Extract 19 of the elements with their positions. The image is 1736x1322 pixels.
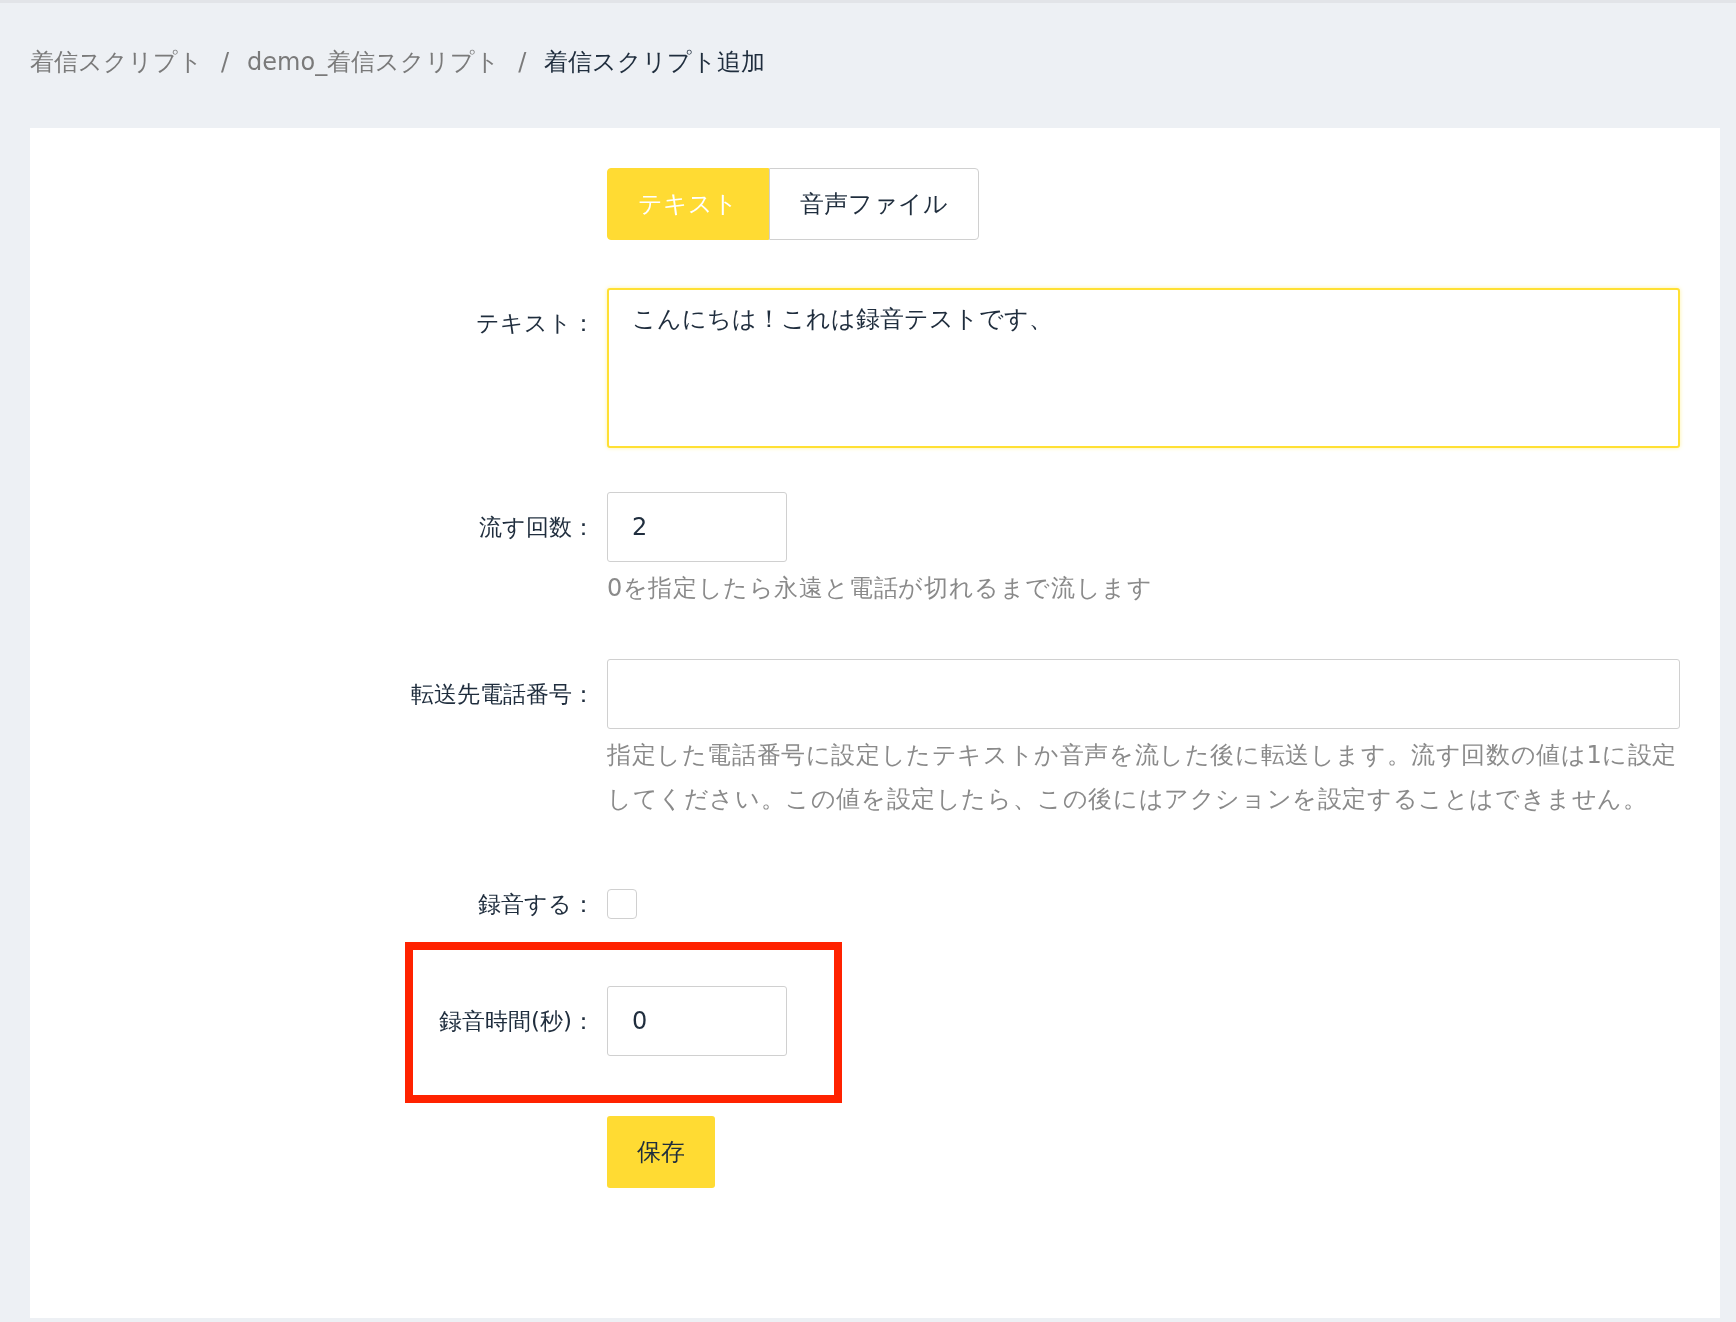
- field-label: 転送先電話番号：: [411, 680, 595, 709]
- number-field[interactable]: 0: [607, 986, 787, 1056]
- help-text: 0を指定したら永遠と電話が切れるまで流します: [607, 573, 1154, 604]
- phone-field[interactable]: [607, 659, 1680, 729]
- field-label: テキスト：: [476, 309, 595, 338]
- field-label: 録音する：: [478, 890, 595, 919]
- help-text: 指定した電話番号に設定したテキストか音声を流した後に転送します。流す回数の値は1に設定してください。この値を設定したら、この後にはアクションを設定することはできません。: [607, 740, 1679, 815]
- field-label: 録音時間(秒)：: [439, 1007, 595, 1036]
- breadcrumb-item: 着信スクリプト追加: [544, 46, 766, 78]
- breadcrumb-separator: /: [518, 47, 527, 76]
- tab[interactable]: 音声ファイル: [769, 168, 979, 240]
- checkbox[interactable]: [607, 889, 637, 919]
- text-area[interactable]: こんにちは！これは録音テストです、: [607, 288, 1680, 448]
- save-button[interactable]: 保存: [607, 1116, 715, 1188]
- number-field[interactable]: 2: [607, 492, 787, 562]
- breadcrumb-item[interactable]: 着信スクリプト: [30, 45, 203, 78]
- breadcrumb-separator: /: [221, 47, 230, 76]
- field-label: 流す回数：: [479, 513, 595, 542]
- breadcrumb-item[interactable]: demo_着信スクリプト: [247, 45, 501, 78]
